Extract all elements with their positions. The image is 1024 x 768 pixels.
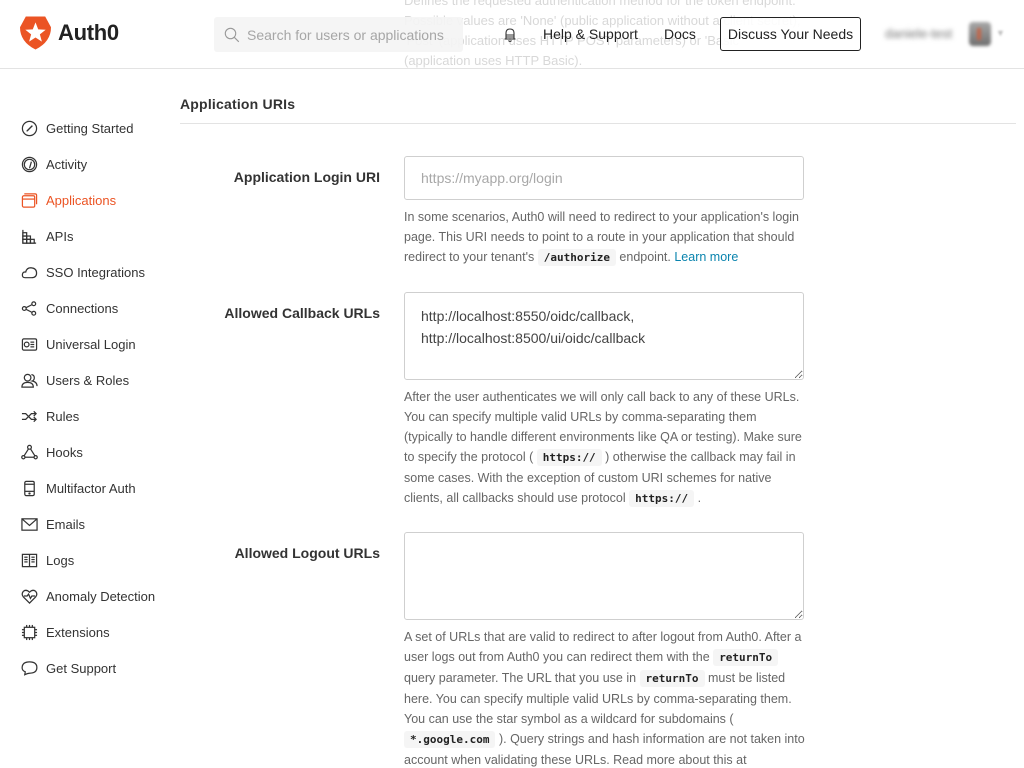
- discuss-your-needs-button[interactable]: Discuss Your Needs: [720, 17, 861, 51]
- sidebar-item-label: Rules: [46, 408, 80, 424]
- sidebar-item-hooks[interactable]: Hooks: [0, 434, 170, 470]
- chat-bubble-icon: [20, 659, 38, 677]
- sidebar-item-users-roles[interactable]: Users & Roles: [0, 362, 170, 398]
- sidebar-item-label: Universal Login: [46, 336, 136, 352]
- auth0-logo[interactable]: Auth0: [20, 16, 119, 50]
- id-card-icon: [20, 335, 38, 353]
- callback-urls-label: Allowed Callback URLs: [224, 305, 380, 321]
- sidebar-item-label: Hooks: [46, 444, 83, 460]
- sidebar-item-universal-login[interactable]: Universal Login: [0, 326, 170, 362]
- code-snippet: *.google.com: [404, 731, 496, 748]
- logo-text: Auth0: [58, 20, 119, 45]
- search-box[interactable]: [214, 17, 463, 52]
- window-stack-icon: [20, 191, 38, 209]
- shuffle-icon: [20, 407, 38, 425]
- hooks-triangle-icon: [20, 443, 38, 461]
- top-header: Auth0 Help & Support Docs Discuss Your N…: [0, 0, 1024, 69]
- sidebar-item-emails[interactable]: Emails: [0, 506, 170, 542]
- login-uri-input[interactable]: [404, 156, 804, 200]
- sidebar-item-applications[interactable]: Applications: [0, 182, 170, 218]
- sidebar-item-label: Logs: [46, 552, 75, 568]
- envelope-icon: [20, 515, 38, 533]
- phone-icon: [20, 479, 38, 497]
- sidebar-item-label: Connections: [46, 300, 119, 316]
- logout-urls-help: A set of URLs that are valid to redirect…: [404, 627, 808, 768]
- help-text: endpoint.: [615, 250, 675, 264]
- users-icon: [20, 371, 38, 389]
- help-text: .: [694, 491, 702, 505]
- sidebar-item-extensions[interactable]: Extensions: [0, 614, 170, 650]
- sidebar-item-label: Anomaly Detection: [46, 588, 156, 604]
- sidebar-item-label: Users & Roles: [46, 372, 130, 388]
- callback-urls-help: After the user authenticates we will onl…: [404, 387, 808, 509]
- login-uri-help: In some scenarios, Auth0 will need to re…: [404, 207, 808, 268]
- book-icon: [20, 551, 38, 569]
- sidebar-item-label: Get Support: [46, 660, 117, 676]
- sidebar-item-label: Extensions: [46, 624, 110, 640]
- sidebar-item-activity[interactable]: Activity: [0, 146, 170, 182]
- chip-icon: [20, 623, 38, 641]
- search-icon: [224, 27, 240, 42]
- logout-urls-textarea[interactable]: [404, 532, 804, 620]
- bell-icon[interactable]: [503, 27, 517, 43]
- sidebar-item-getting-started[interactable]: Getting Started: [0, 110, 170, 146]
- auth0-shield-star-icon: [20, 16, 51, 50]
- sidebar-item-label: APIs: [46, 228, 74, 244]
- sidebar-item-label: Getting Started: [46, 120, 134, 136]
- chevron-down-icon[interactable]: ▼: [996, 28, 1005, 38]
- sidebar-item-logs[interactable]: Logs: [0, 542, 170, 578]
- sidebar-item-label: Multifactor Auth: [46, 480, 136, 496]
- share-nodes-icon: [20, 299, 38, 317]
- login-uri-label: Application Login URI: [233, 169, 380, 185]
- help-text: query parameter. The URL that you use in: [404, 671, 640, 685]
- learn-more-link[interactable]: Learn more: [674, 250, 738, 264]
- user-avatar[interactable]: [969, 22, 991, 46]
- callback-urls-textarea[interactable]: [404, 292, 804, 380]
- help-support-link[interactable]: Help & Support: [543, 26, 638, 42]
- grid-blocks-icon: [20, 227, 38, 245]
- logout-urls-label: Allowed Logout URLs: [234, 545, 380, 561]
- sidebar-item-connections[interactable]: Connections: [0, 290, 170, 326]
- section-divider: [180, 123, 1016, 124]
- code-snippet: /authorize: [537, 249, 616, 266]
- tenant-user-name[interactable]: daniele-test: [885, 26, 952, 41]
- compass-icon: [20, 119, 38, 137]
- search-input[interactable]: [247, 26, 457, 43]
- heart-pulse-icon: [20, 587, 38, 605]
- sidebar-item-label: Activity: [46, 156, 88, 172]
- sidebar-item-label: SSO Integrations: [46, 264, 145, 280]
- sidebar-item-apis[interactable]: APIs: [0, 218, 170, 254]
- sidebar-item-anomaly-detection[interactable]: Anomaly Detection: [0, 578, 170, 614]
- sidebar-item-sso-integrations[interactable]: SSO Integrations: [0, 254, 170, 290]
- sidebar-item-rules[interactable]: Rules: [0, 398, 170, 434]
- sidebar-item-get-support[interactable]: Get Support: [0, 650, 170, 686]
- code-snippet: https://: [536, 449, 602, 466]
- gauge-icon: [20, 155, 38, 173]
- code-snippet: returnTo: [639, 670, 705, 687]
- sidebar-item-label: Applications: [46, 192, 117, 208]
- docs-link[interactable]: Docs: [664, 26, 696, 42]
- code-snippet: returnTo: [713, 649, 779, 666]
- sidebar-item-label: Emails: [46, 516, 86, 532]
- sidebar-nav: Getting Started Activity Applications AP…: [0, 110, 170, 686]
- section-title: Application URIs: [180, 96, 296, 112]
- code-snippet: https://: [629, 490, 695, 507]
- sidebar-item-multifactor-auth[interactable]: Multifactor Auth: [0, 470, 170, 506]
- cloud-icon: [20, 263, 38, 281]
